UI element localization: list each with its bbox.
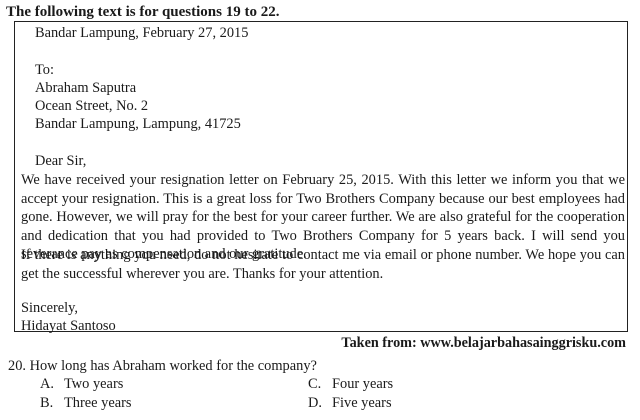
letter-paragraph-2: If there is anything you need, do not he… xyxy=(21,247,625,282)
answer-option-c[interactable]: C. Four years xyxy=(308,375,393,393)
letter-date: Bandar Lampung, February 27, 2015 xyxy=(35,25,249,41)
answer-option-d[interactable]: D. Five years xyxy=(308,394,392,412)
letter-to-label: To: xyxy=(35,62,54,78)
letter-signature: Hidayat Santoso xyxy=(21,318,116,334)
option-letter: A. xyxy=(40,376,54,392)
option-text: Two years xyxy=(64,376,124,392)
option-text: Five years xyxy=(332,395,392,411)
answer-option-a[interactable]: A. Two years xyxy=(40,375,123,393)
option-text: Four years xyxy=(332,376,394,392)
passage-heading: The following text is for questions 19 t… xyxy=(6,4,280,20)
recipient-city: Bandar Lampung, Lampung, 41725 xyxy=(35,116,241,132)
option-letter: D. xyxy=(308,395,322,411)
option-text: Three years xyxy=(64,395,132,411)
recipient-name: Abraham Saputra xyxy=(35,80,137,96)
letter-closing: Sincerely, xyxy=(21,300,79,316)
answer-option-b[interactable]: B. Three years xyxy=(40,394,132,412)
option-letter: B. xyxy=(40,395,54,411)
recipient-street: Ocean Street, No. 2 xyxy=(35,98,149,114)
letter-box: Bandar Lampung, February 27, 2015 To: Ab… xyxy=(14,21,628,334)
question-text: 20. How long has Abraham worked for the … xyxy=(8,358,317,374)
source-citation: Taken from: www.belajarbahasainggrisku.c… xyxy=(341,335,626,351)
option-letter: C. xyxy=(308,376,322,392)
letter-salutation: Dear Sir, xyxy=(35,153,87,169)
